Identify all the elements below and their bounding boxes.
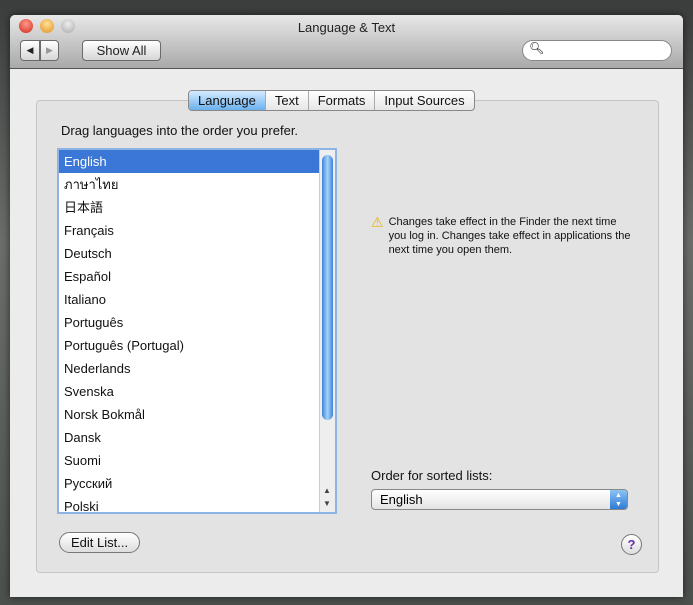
tab-language[interactable]: Language (189, 91, 266, 110)
tab-text[interactable]: Text (266, 91, 309, 110)
list-item[interactable]: Português (59, 311, 335, 334)
warning-icon: ⚠︎ (371, 214, 384, 230)
list-item[interactable]: ภาษาไทย (59, 173, 335, 196)
back-button[interactable]: ◀ (20, 40, 40, 61)
sort-order-popup[interactable]: English ▲ ▼ (371, 489, 628, 510)
window-title: Language & Text (297, 20, 396, 35)
tab-bar: Language Text Formats Input Sources (188, 90, 475, 111)
list-item[interactable]: Polski (59, 495, 335, 512)
help-button[interactable]: ? (621, 534, 642, 555)
list-scrollbar[interactable]: ▲ ▼ (319, 150, 335, 512)
search-icon: 🔍︎ (529, 41, 545, 55)
instruction-label: Drag languages into the order you prefer… (61, 123, 299, 138)
chevron-updown-icon: ▲ ▼ (610, 490, 627, 509)
list-item[interactable]: Português (Portugal) (59, 334, 335, 357)
toolbar: Language & Text ◀ ▶ Show All 🔍︎ (10, 15, 683, 69)
list-item[interactable]: Suomi (59, 449, 335, 472)
search-input[interactable]: 🔍︎ (522, 40, 672, 61)
language-text-window: Language & Text ◀ ▶ Show All 🔍︎ Language… (10, 15, 683, 597)
notice: ⚠︎ Changes take effect in the Finder the… (371, 215, 631, 257)
list-item[interactable]: Русский (59, 472, 335, 495)
scroll-down-icon[interactable]: ▼ (323, 499, 331, 508)
list-item[interactable]: Nederlands (59, 357, 335, 380)
forward-button[interactable]: ▶ (40, 40, 59, 61)
list-item[interactable]: Français (59, 219, 335, 242)
edit-list-button[interactable]: Edit List... (59, 532, 141, 553)
list-item[interactable]: Español (59, 265, 335, 288)
list-item[interactable]: Dansk (59, 426, 335, 449)
notice-text: Changes take effect in the Finder the ne… (388, 216, 631, 256)
list-item[interactable]: Italiano (59, 288, 335, 311)
language-list[interactable]: English ภาษาไทย 日本語 Français Deutsch Esp… (57, 148, 337, 514)
list-item[interactable]: Deutsch (59, 242, 335, 265)
scroll-up-icon[interactable]: ▲ (323, 486, 331, 495)
sort-order-value: English (380, 492, 423, 507)
scrollbar-thumb[interactable] (322, 155, 333, 420)
list-item[interactable]: Norsk Bokmål (59, 403, 335, 426)
tab-input-sources[interactable]: Input Sources (375, 91, 473, 110)
tab-formats[interactable]: Formats (309, 91, 376, 110)
show-all-button[interactable]: Show All (82, 40, 161, 61)
list-item[interactable]: 日本語 (59, 196, 335, 219)
list-item[interactable]: Svenska (59, 380, 335, 403)
list-item[interactable]: English (59, 150, 335, 173)
sort-order-label: Order for sorted lists: (371, 468, 493, 483)
